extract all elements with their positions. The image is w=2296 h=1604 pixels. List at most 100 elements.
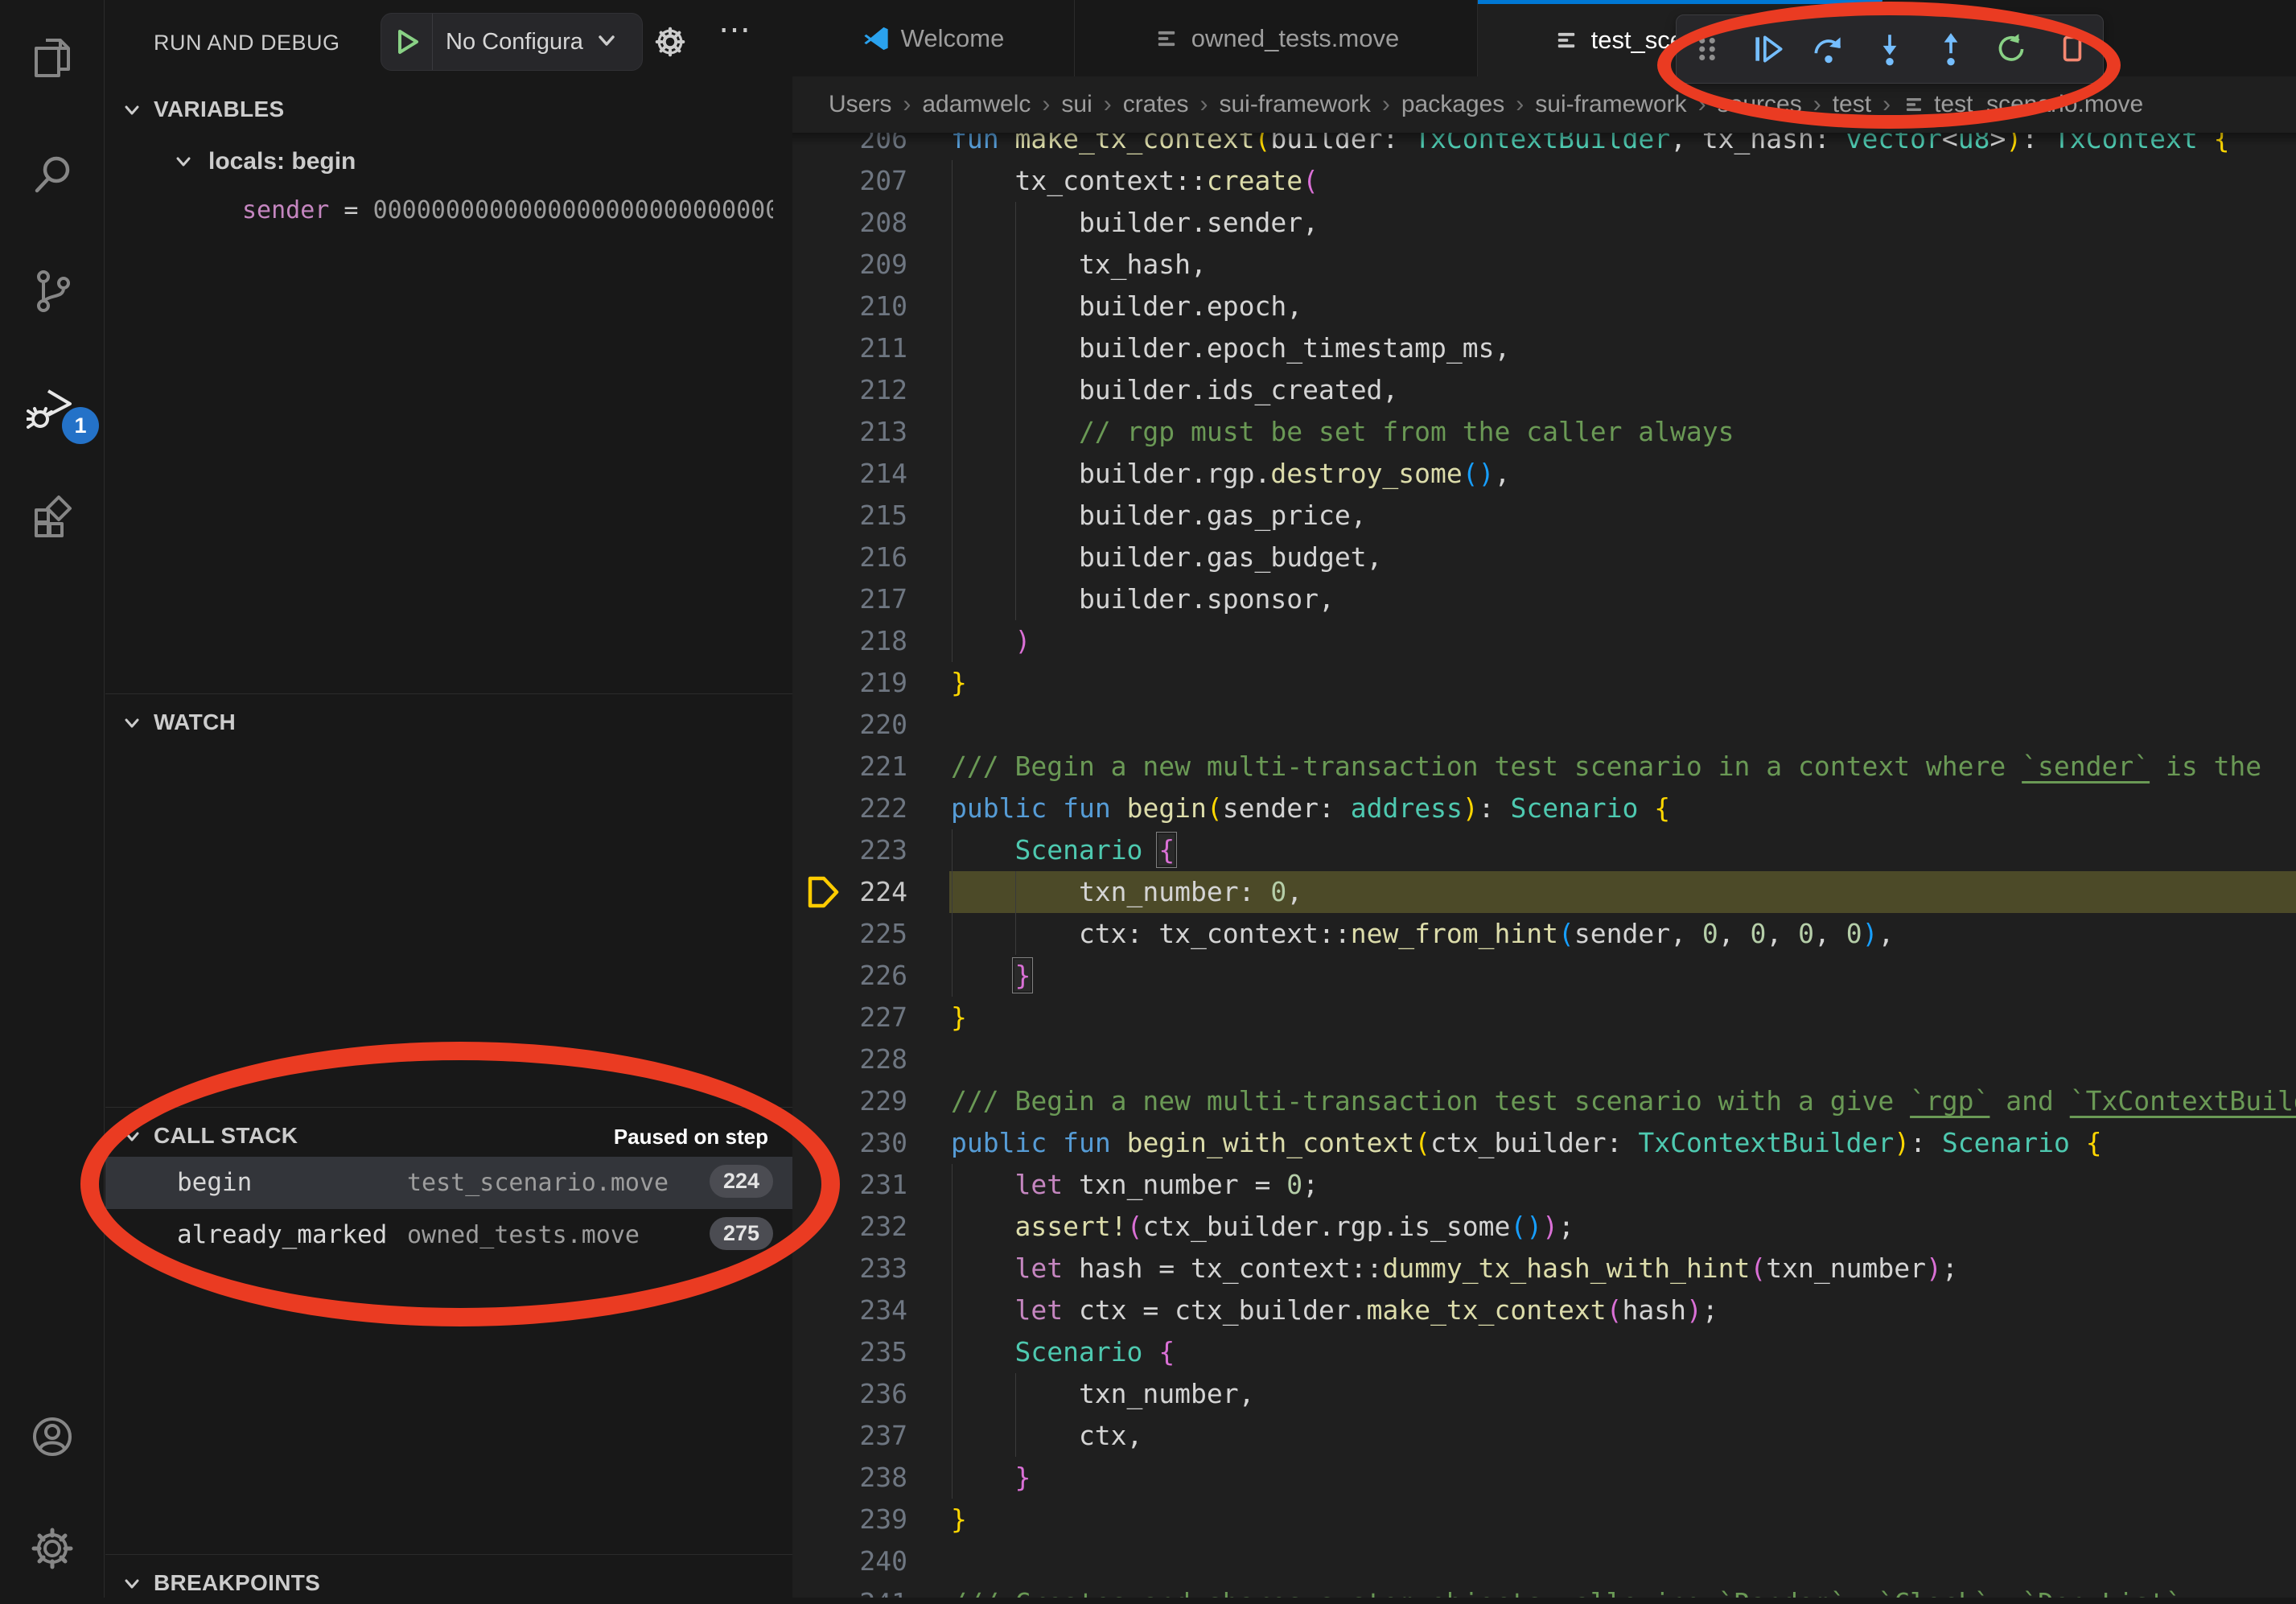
breadcrumb-item[interactable]: crates bbox=[1123, 91, 1189, 118]
breadcrumb-item[interactable]: sources bbox=[1718, 91, 1802, 118]
line-number[interactable]: 234 bbox=[792, 1289, 907, 1331]
line-number[interactable]: 210 bbox=[792, 286, 907, 327]
code-line-237[interactable]: 237 ctx, bbox=[792, 1415, 2296, 1457]
activity-item-settings[interactable] bbox=[27, 1523, 78, 1574]
breadcrumb-item[interactable]: test bbox=[1833, 91, 1871, 118]
breadcrumb-item[interactable]: Users bbox=[829, 91, 891, 118]
line-number[interactable]: 213 bbox=[792, 411, 907, 453]
line-number[interactable]: 237 bbox=[792, 1415, 907, 1457]
watch-section-header[interactable]: WATCH bbox=[105, 701, 792, 743]
breadcrumb-file[interactable]: test_scenario.move bbox=[1902, 91, 2143, 118]
gear-icon[interactable] bbox=[649, 21, 691, 67]
start-debug-icon[interactable] bbox=[381, 14, 433, 70]
line-number[interactable]: 240 bbox=[792, 1540, 907, 1582]
restart-button[interactable] bbox=[1985, 23, 2037, 75]
code-line-233[interactable]: 233 let hash = tx_context::dummy_tx_hash… bbox=[792, 1248, 2296, 1289]
line-number[interactable]: 222 bbox=[792, 788, 907, 829]
step-over-button[interactable] bbox=[1803, 23, 1854, 75]
line-number[interactable]: 207 bbox=[792, 160, 907, 202]
line-number[interactable]: 223 bbox=[792, 829, 907, 871]
code-line-218[interactable]: 218 ) bbox=[792, 620, 2296, 662]
line-number[interactable]: 224 bbox=[792, 871, 907, 913]
breakpoints-section-header[interactable]: BREAKPOINTS bbox=[105, 1562, 792, 1604]
code-line-227[interactable]: 227} bbox=[792, 997, 2296, 1038]
code-line-232[interactable]: 232 assert!(ctx_builder.rgp.is_some()); bbox=[792, 1206, 2296, 1248]
breadcrumb-item[interactable]: sui-framework bbox=[1219, 91, 1370, 118]
code-line-220[interactable]: 220 bbox=[792, 704, 2296, 746]
code-line-226[interactable]: 226 } bbox=[792, 955, 2296, 997]
code-line-209[interactable]: 209 tx_hash, bbox=[792, 244, 2296, 286]
code-line-224[interactable]: 224 txn_number: 0, bbox=[792, 871, 2296, 913]
tab-Welcome[interactable]: Welcome bbox=[792, 0, 1075, 76]
step-out-button[interactable] bbox=[1925, 23, 1977, 75]
line-number[interactable]: 215 bbox=[792, 495, 907, 537]
line-number[interactable]: 221 bbox=[792, 746, 907, 788]
code-line-216[interactable]: 216 builder.gas_budget, bbox=[792, 537, 2296, 578]
activity-item-source-control[interactable] bbox=[27, 265, 78, 317]
line-number[interactable]: 218 bbox=[792, 620, 907, 662]
code-line-239[interactable]: 239} bbox=[792, 1499, 2296, 1540]
tab-owned_tests.move[interactable]: owned_tests.move bbox=[1075, 0, 1478, 76]
code-line-241[interactable]: 241/// Creates and shares system objects… bbox=[792, 1582, 2296, 1598]
code-line-212[interactable]: 212 builder.ids_created, bbox=[792, 369, 2296, 411]
code-line-215[interactable]: 215 builder.gas_price, bbox=[792, 495, 2296, 537]
line-number[interactable]: 231 bbox=[792, 1164, 907, 1206]
code-line-223[interactable]: 223 Scenario { bbox=[792, 829, 2296, 871]
code-line-234[interactable]: 234 let ctx = ctx_builder.make_tx_contex… bbox=[792, 1289, 2296, 1331]
line-number[interactable]: 216 bbox=[792, 537, 907, 578]
code-line-222[interactable]: 222public fun begin(sender: address): Sc… bbox=[792, 788, 2296, 829]
line-number[interactable]: 217 bbox=[792, 578, 907, 620]
code-line-225[interactable]: 225 ctx: tx_context::new_from_hint(sende… bbox=[792, 913, 2296, 955]
line-number[interactable]: 228 bbox=[792, 1038, 907, 1080]
line-number[interactable]: 236 bbox=[792, 1373, 907, 1415]
breadcrumb-item[interactable]: sui bbox=[1061, 91, 1092, 118]
code-line-207[interactable]: 207 tx_context::create( bbox=[792, 160, 2296, 202]
code-line-211[interactable]: 211 builder.epoch_timestamp_ms, bbox=[792, 327, 2296, 369]
line-number[interactable]: 208 bbox=[792, 202, 907, 244]
line-number[interactable]: 233 bbox=[792, 1248, 907, 1289]
activity-item-extensions[interactable] bbox=[27, 491, 78, 542]
locals-scope-row[interactable]: locals: begin bbox=[105, 138, 792, 185]
code-line-236[interactable]: 236 txn_number, bbox=[792, 1373, 2296, 1415]
code-line-228[interactable]: 228 bbox=[792, 1038, 2296, 1080]
line-number[interactable]: 227 bbox=[792, 997, 907, 1038]
line-number[interactable]: 229 bbox=[792, 1080, 907, 1122]
code-line-238[interactable]: 238 } bbox=[792, 1457, 2296, 1499]
line-number[interactable]: 219 bbox=[792, 662, 907, 704]
line-number[interactable]: 214 bbox=[792, 453, 907, 495]
step-into-button[interactable] bbox=[1864, 23, 1915, 75]
code-line-230[interactable]: 230public fun begin_with_context(ctx_bui… bbox=[792, 1122, 2296, 1164]
line-number[interactable]: 241 bbox=[792, 1582, 907, 1598]
more-actions-icon[interactable]: ⋯ bbox=[718, 11, 753, 48]
variable-row[interactable]: sender = 000000000000000000000000000000… bbox=[105, 188, 792, 235]
line-number[interactable]: 232 bbox=[792, 1206, 907, 1248]
activity-item-search[interactable] bbox=[27, 149, 78, 200]
line-number[interactable]: 211 bbox=[792, 327, 907, 369]
toolbar-drag-handle[interactable] bbox=[1681, 23, 1733, 75]
variables-section-header[interactable]: VARIABLES bbox=[105, 88, 792, 130]
breadcrumb-item[interactable]: sui-framework bbox=[1535, 91, 1686, 118]
call-stack-frame-already_marked[interactable]: already_marked owned_tests.move 275 bbox=[105, 1209, 792, 1261]
line-number[interactable]: 225 bbox=[792, 913, 907, 955]
code-line-221[interactable]: 221/// Begin a new multi-transaction tes… bbox=[792, 746, 2296, 788]
code-line-231[interactable]: 231 let txn_number = 0; bbox=[792, 1164, 2296, 1206]
line-number[interactable]: 212 bbox=[792, 369, 907, 411]
activity-item-explorer[interactable] bbox=[27, 32, 78, 84]
line-number[interactable]: 239 bbox=[792, 1499, 907, 1540]
code-line-229[interactable]: 229/// Begin a new multi-transaction tes… bbox=[792, 1080, 2296, 1122]
code-editor[interactable]: 206fun make_tx_context(builder: TxContex… bbox=[792, 0, 2296, 1598]
line-number[interactable]: 230 bbox=[792, 1122, 907, 1164]
continue-button[interactable] bbox=[1743, 23, 1794, 75]
code-line-210[interactable]: 210 builder.epoch, bbox=[792, 286, 2296, 327]
line-number[interactable]: 235 bbox=[792, 1331, 907, 1373]
code-line-214[interactable]: 214 builder.rgp.destroy_some(), bbox=[792, 453, 2296, 495]
code-line-217[interactable]: 217 builder.sponsor, bbox=[792, 578, 2296, 620]
call-stack-frame-begin[interactable]: begin test_scenario.move 224 bbox=[105, 1157, 792, 1209]
breadcrumb-item[interactable]: adamwelc bbox=[922, 91, 1031, 118]
line-number[interactable]: 220 bbox=[792, 704, 907, 746]
code-line-240[interactable]: 240 bbox=[792, 1540, 2296, 1582]
line-number[interactable]: 238 bbox=[792, 1457, 907, 1499]
code-line-219[interactable]: 219} bbox=[792, 662, 2296, 704]
line-number[interactable]: 226 bbox=[792, 955, 907, 997]
code-line-208[interactable]: 208 builder.sender, bbox=[792, 202, 2296, 244]
